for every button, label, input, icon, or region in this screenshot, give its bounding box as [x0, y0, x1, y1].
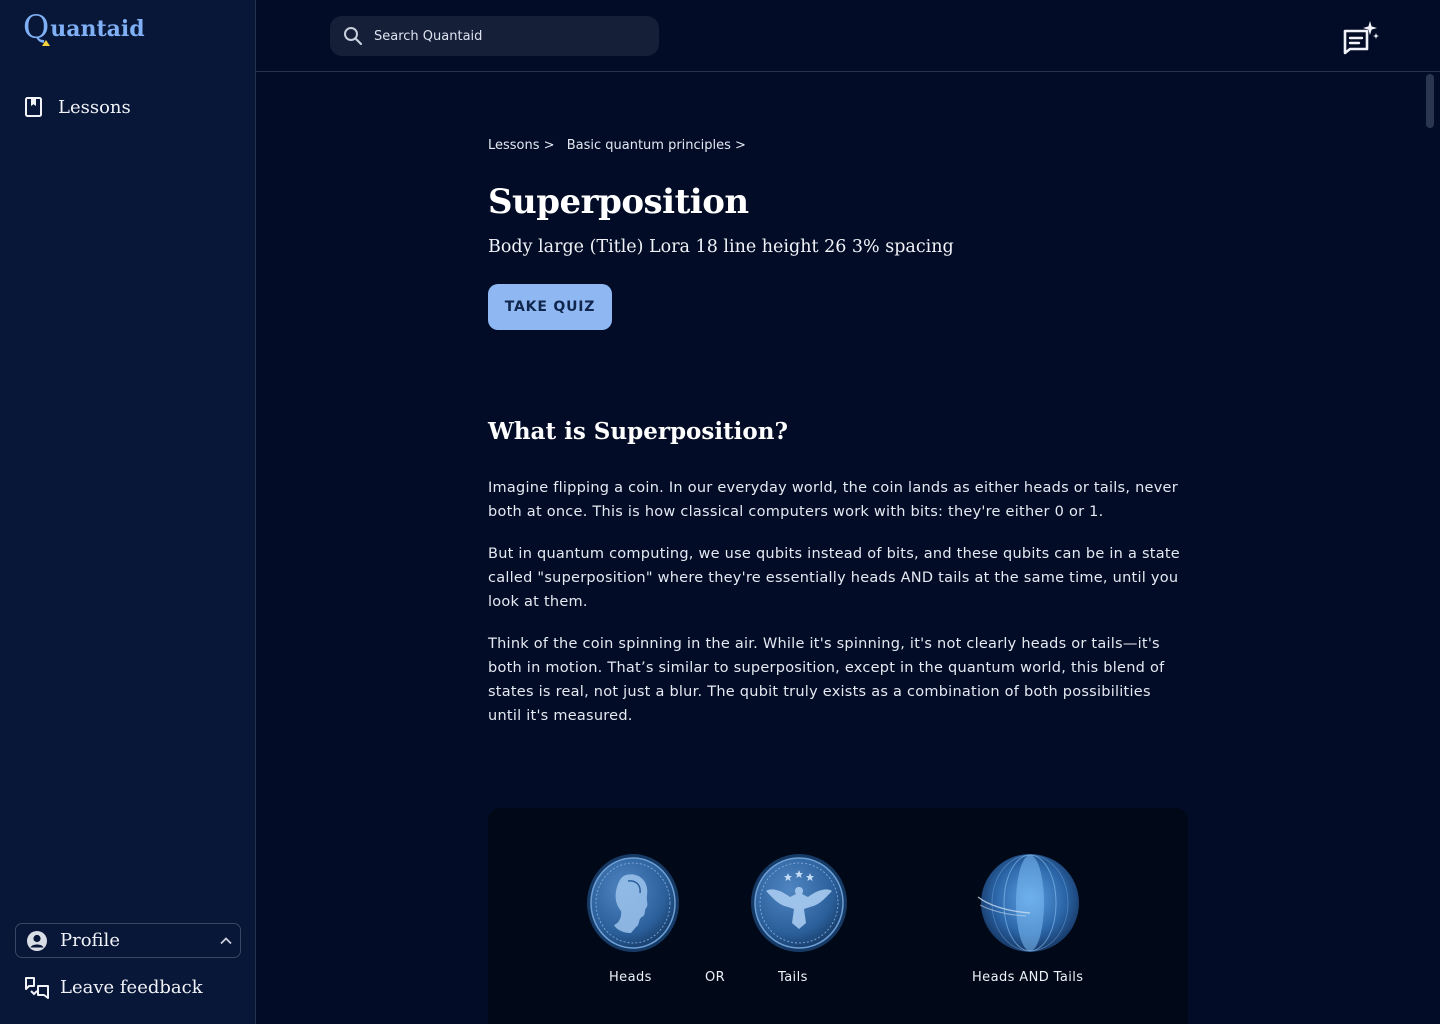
paragraph: But in quantum computing, we use qubits …: [488, 546, 1180, 610]
search-icon: [344, 27, 363, 46]
user-circle-icon: [27, 930, 47, 951]
breadcrumb-item-lessons[interactable]: Lessons >: [488, 138, 555, 153]
spinning-coin-image: [977, 854, 1079, 952]
page-subtitle: Body large (Title) Lora 18 line height 2…: [488, 237, 954, 257]
ai-chat-sparkle-icon: [1343, 21, 1379, 55]
profile-button[interactable]: Profile: [15, 923, 241, 958]
breadcrumb-item-basic-quantum-principles[interactable]: Basic quantum principles >: [567, 138, 746, 153]
logo-q: Q: [23, 8, 50, 46]
tails-coin-image: [751, 854, 847, 952]
scrollbar-thumb[interactable]: [1426, 74, 1434, 128]
quantaid-logo[interactable]: Q uantaid: [23, 8, 145, 46]
ai-chat-button[interactable]: [1340, 20, 1380, 56]
search-input[interactable]: [374, 28, 634, 44]
logo-wordmark: uantaid: [50, 16, 145, 42]
heads-coin-image: [587, 854, 679, 952]
paragraph: Think of the coin spinning in the air. W…: [488, 636, 1165, 724]
section-heading: What is Superposition?: [488, 418, 788, 445]
superposition-illustration: Heads OR Tails Heads AND Tails: [488, 808, 1188, 1024]
profile-label: Profile: [60, 930, 120, 951]
feedback-icon: [25, 977, 49, 999]
sidebar-item-label: Lessons: [58, 96, 131, 118]
sidebar-item-lessons[interactable]: Lessons: [24, 96, 131, 118]
heads-and-tails-label: Heads AND Tails: [972, 970, 1084, 985]
paragraph: Imagine flipping a coin. In our everyday…: [488, 480, 1178, 520]
book-icon: [25, 97, 42, 117]
feedback-label: Leave feedback: [60, 976, 203, 998]
leave-feedback-button[interactable]: Leave feedback: [24, 975, 203, 999]
breadcrumb: Lessons > Basic quantum principles >: [488, 138, 754, 153]
heads-label: Heads: [609, 970, 652, 985]
take-quiz-button[interactable]: TAKE QUIZ: [488, 284, 612, 330]
or-label: OR: [705, 970, 726, 985]
page-title: Superposition: [488, 182, 749, 222]
top-bar: [256, 0, 1440, 72]
tails-label: Tails: [778, 970, 808, 985]
chevron-up-icon[interactable]: [219, 934, 233, 948]
search-bar[interactable]: [330, 16, 659, 56]
logo-dot: [42, 40, 50, 46]
sidebar: Q uantaid Lessons Profile Leave feedback: [0, 0, 256, 1024]
lesson-body: Imagine flipping a coin. In our everyday…: [488, 476, 1188, 746]
